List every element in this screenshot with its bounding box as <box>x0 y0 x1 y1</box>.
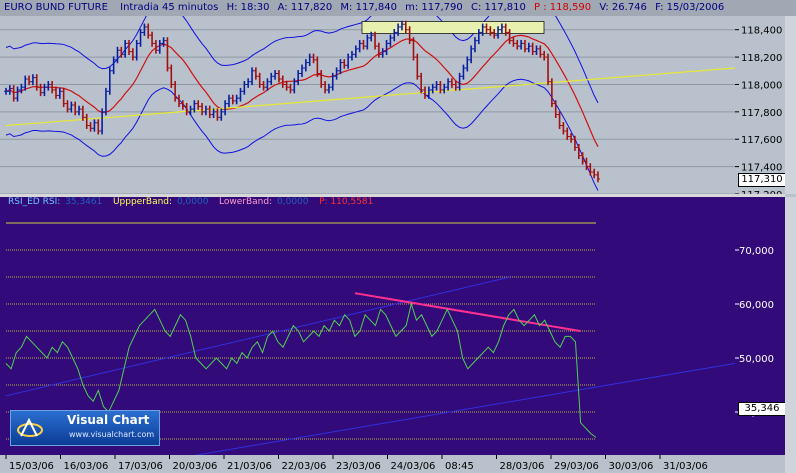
upper-band-value: 0,0000 <box>176 197 209 207</box>
date-tick-label: 08:45 <box>445 461 474 472</box>
price-tick-label: 117,400 <box>741 163 782 174</box>
volume-readout: V: 26.746 <box>599 2 647 13</box>
lower-band-value: 0,0000 <box>277 197 309 207</box>
open-readout: A: 117,820 <box>277 2 333 13</box>
visual-chart-logo: Visual Chart www.visualchart.com <box>10 410 160 446</box>
date-tick-label: 22/03/06 <box>282 461 327 472</box>
p-readout: P : 118,590 <box>534 2 592 13</box>
price-tick-label: 117,800 <box>741 108 782 119</box>
date-tick-label: 21/03/06 <box>227 461 272 472</box>
date-tick-label: 17/03/06 <box>118 461 163 472</box>
logo-name: Visual Chart <box>67 413 150 427</box>
time-readout: H: 18:30 <box>226 2 270 13</box>
min-readout: m: 117,790 <box>405 2 463 13</box>
chart-title-bar: EURO BUND FUTURE Intradia 45 minutos H: … <box>0 0 796 16</box>
price-tick-label: 118,200 <box>741 53 782 64</box>
chart-window: EURO BUND FUTURE Intradia 45 minutos H: … <box>0 0 796 473</box>
rsi-tick-label: 70,000 <box>739 246 774 257</box>
rsi-scrollbar[interactable] <box>785 197 796 473</box>
rsi-legend: RSI_ED RSI: 35,3461 UppperBand: 0,0000 L… <box>8 197 375 207</box>
date-tick-label: 29/03/06 <box>554 461 599 472</box>
close-readout: C: 117,810 <box>470 2 526 13</box>
current-price-label: 117,310 <box>738 173 786 187</box>
interval-label: Intradia 45 minutos <box>120 2 219 13</box>
instrument-title: EURO BUND FUTURE <box>4 2 108 13</box>
date-tick-label: 31/03/06 <box>663 461 708 472</box>
date-tick-label: 15/03/06 <box>9 461 54 472</box>
date-tick-label: 23/03/06 <box>336 461 381 472</box>
rsi-tick-label: 50,000 <box>739 354 774 365</box>
price-tick-label: 117,600 <box>741 135 782 146</box>
rsi-legend-value: 35,3461 <box>65 197 103 207</box>
range-highlight-box <box>361 21 545 34</box>
price-scrollbar[interactable] <box>785 16 796 194</box>
date-tick-label: 30/03/06 <box>609 461 654 472</box>
price-chart[interactable] <box>0 16 735 194</box>
lower-band-label: LowerBand: <box>219 197 273 207</box>
rsi-tick-label: 60,000 <box>739 300 774 311</box>
logo-url: www.visualchart.com <box>69 430 155 439</box>
price-axis: 118,400 118,200 118,000 117,800 117,600 117,4… <box>735 16 785 194</box>
date-tick-label: 16/03/06 <box>64 461 109 472</box>
current-rsi-label: 35,346 <box>738 402 786 416</box>
date-tick-label: 24/03/06 <box>391 461 436 472</box>
upper-band-label: UppperBand: <box>112 197 173 207</box>
date-axis: 15/03/06 16/03/06 17/03/06 20/03/06 21/03/06… <box>0 455 785 473</box>
max-readout: M: 117,840 <box>340 2 397 13</box>
rsi-axis: 70,00060,00050,00040,00030,000 <box>735 197 785 455</box>
price-tick-label: 118,400 <box>741 26 782 37</box>
price-tick-label: 118,000 <box>741 80 782 91</box>
date-tick-label: 28/03/06 <box>500 461 545 472</box>
logo-swoosh-icon <box>17 417 43 437</box>
date-tick-label: 20/03/06 <box>173 461 218 472</box>
date-readout: F: 15/03/2006 <box>655 2 725 13</box>
rsi-p-readout: P: 110,5581 <box>319 197 374 207</box>
rsi-legend-name: RSI_ED RSI: <box>8 197 61 207</box>
